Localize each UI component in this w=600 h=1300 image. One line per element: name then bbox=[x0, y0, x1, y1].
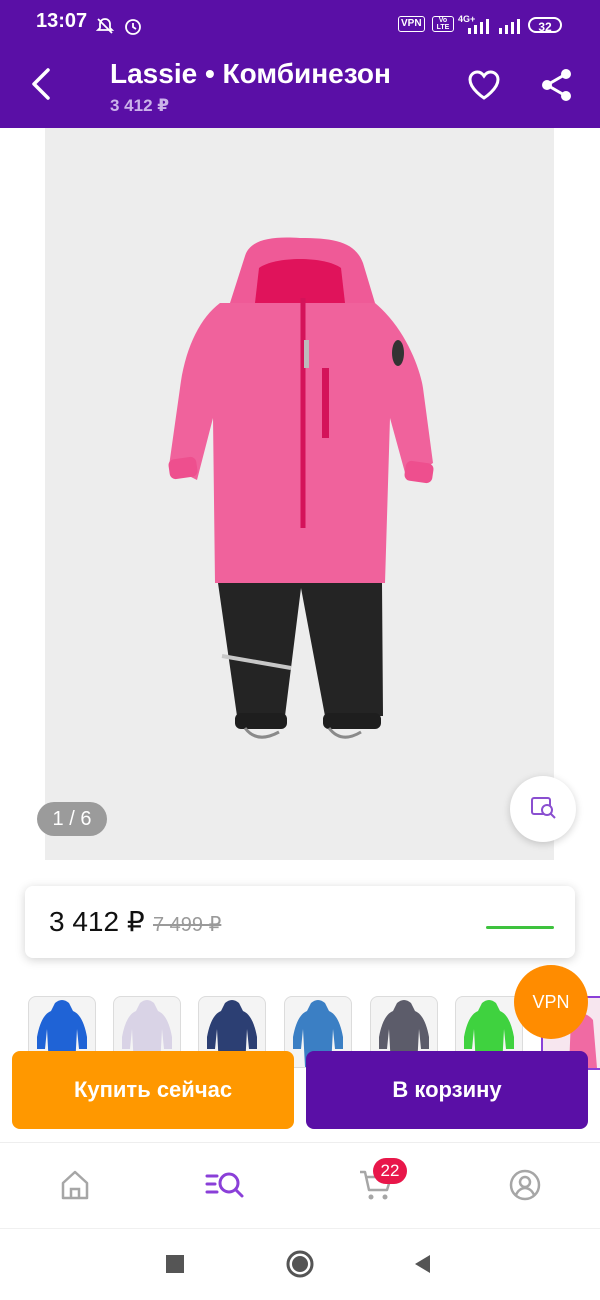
back-arrow-icon[interactable] bbox=[28, 66, 58, 102]
home-icon[interactable] bbox=[59, 1168, 91, 1202]
product-image-gallery[interactable] bbox=[45, 128, 554, 860]
signal-icon bbox=[468, 19, 489, 34]
cart-count-badge: 22 bbox=[373, 1158, 407, 1184]
signal-icon-2 bbox=[499, 19, 520, 34]
page-subtitle-price: 3 412 ₽ bbox=[110, 96, 170, 115]
buy-now-button[interactable]: Купить сейчас bbox=[12, 1051, 294, 1129]
add-to-cart-button[interactable]: В корзину bbox=[306, 1051, 588, 1129]
product-image bbox=[168, 237, 434, 739]
image-counter: 1 / 6 bbox=[37, 802, 107, 836]
current-price: 3 412 ₽ bbox=[49, 906, 145, 937]
old-price: 7 499 ₽ bbox=[153, 914, 222, 936]
alarm-icon bbox=[125, 19, 141, 35]
status-time: 13:07 bbox=[36, 10, 88, 32]
vpn-floating-button[interactable]: VPN bbox=[514, 965, 588, 1039]
image-search-icon bbox=[531, 797, 556, 819]
back-triangle-icon[interactable] bbox=[412, 1253, 432, 1275]
recents-icon[interactable] bbox=[166, 1255, 184, 1273]
page-title: Lassie • Комбинезон bbox=[110, 58, 391, 89]
visual-search-button[interactable] bbox=[510, 776, 576, 842]
notifications-off-icon bbox=[95, 18, 115, 34]
price-trend-line bbox=[486, 926, 554, 929]
heart-icon[interactable] bbox=[466, 68, 502, 102]
catalog-search-icon[interactable] bbox=[205, 1168, 245, 1202]
battery-indicator: 32 bbox=[528, 17, 562, 34]
share-icon[interactable] bbox=[538, 66, 576, 104]
home-circle-icon[interactable] bbox=[286, 1250, 314, 1278]
profile-icon[interactable] bbox=[508, 1168, 542, 1202]
volte-badge: Vo LTE bbox=[432, 16, 454, 32]
vpn-status-badge: VPN bbox=[398, 16, 425, 32]
